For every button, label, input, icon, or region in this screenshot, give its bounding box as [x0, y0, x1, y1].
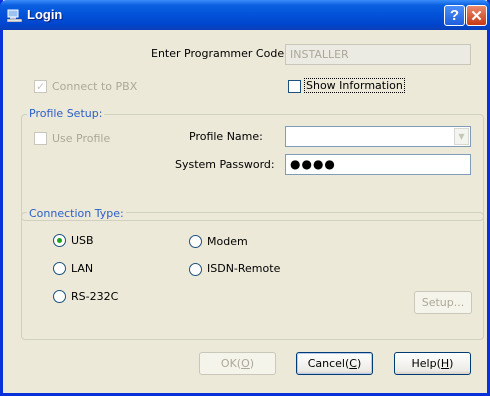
isdn-remote-radio[interactable]	[189, 263, 202, 276]
use-profile-label: Use Profile	[52, 132, 111, 145]
help-mnemonic: H	[440, 357, 450, 370]
cancel-mnemonic: C	[349, 357, 357, 370]
rs232c-radio[interactable]	[53, 290, 66, 303]
isdn-remote-label: ISDN-Remote	[207, 262, 281, 275]
help-button[interactable]: Help(H)	[394, 352, 471, 375]
connect-to-pbx-checkbox[interactable]: ✓	[34, 80, 47, 93]
radio-selected-dot	[57, 238, 62, 243]
programmer-code-label: Enter Programmer Code:	[151, 47, 288, 60]
show-information-label[interactable]: Show Information	[304, 78, 405, 93]
help-suffix: )	[449, 357, 454, 370]
profile-name-label: Profile Name:	[189, 130, 263, 143]
connect-to-pbx-label: Connect to PBX	[52, 80, 138, 93]
connection-type-group	[21, 212, 484, 340]
help-button-label: Help(	[411, 357, 441, 370]
usb-radio[interactable]	[53, 234, 66, 247]
login-dialog: Login ? ✕ Enter Programmer Code: INSTALL…	[0, 0, 490, 396]
cancel-button-label: Cancel(	[307, 357, 350, 370]
title-bar[interactable]: Login ? ✕	[0, 0, 490, 30]
system-password-field[interactable]: ●●●●	[285, 154, 471, 175]
modem-label: Modem	[207, 235, 248, 248]
profile-name-combobox[interactable]: ▼	[285, 126, 471, 147]
show-information-checkbox[interactable]	[288, 80, 301, 93]
chevron-down-icon[interactable]: ▼	[454, 128, 469, 145]
usb-label: USB	[71, 234, 94, 247]
modem-radio[interactable]	[189, 235, 202, 248]
lan-label: LAN	[71, 262, 94, 275]
use-profile-checkbox[interactable]	[34, 132, 47, 145]
login-icon	[6, 8, 23, 23]
check-icon: ✓	[36, 80, 46, 93]
ok-button[interactable]: OK(O)	[199, 352, 276, 375]
connection-type-title: Connection Type:	[27, 207, 126, 220]
setup-button[interactable]: Setup...	[414, 291, 472, 314]
system-password-label: System Password:	[175, 158, 275, 171]
rs232c-label: RS-232C	[71, 290, 119, 303]
cancel-suffix: )	[356, 357, 362, 370]
profile-setup-title: Profile Setup:	[27, 107, 105, 120]
lan-radio[interactable]	[53, 262, 66, 275]
close-x-icon[interactable]: ✕	[466, 5, 487, 26]
ok-suffix: )	[249, 357, 255, 370]
ok-mnemonic: O	[241, 357, 250, 370]
window-title: Login	[27, 7, 63, 22]
dialog-body: Enter Programmer Code: INSTALLER ✓ Conne…	[3, 30, 487, 393]
question-mark-icon[interactable]: ?	[444, 5, 465, 26]
ok-button-label: OK(	[220, 357, 242, 370]
cancel-button[interactable]: Cancel(C)	[296, 352, 373, 375]
programmer-code-field[interactable]: INSTALLER	[285, 44, 471, 65]
